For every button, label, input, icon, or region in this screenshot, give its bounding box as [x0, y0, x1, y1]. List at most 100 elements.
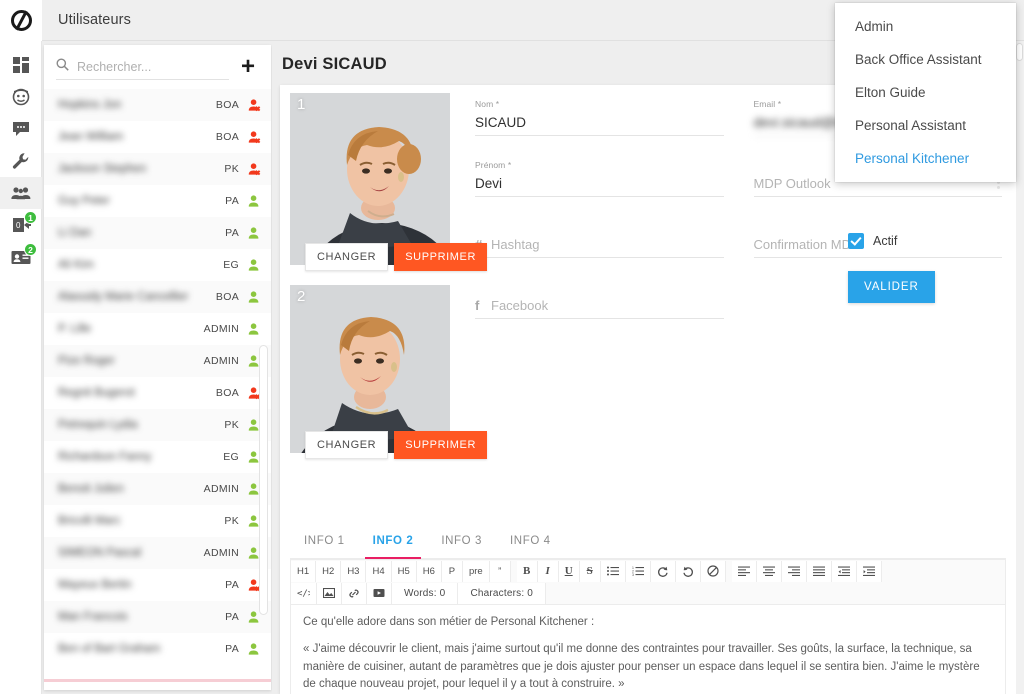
sidebar-item-dashboard[interactable]: [0, 49, 42, 81]
sidebar-item-exits[interactable]: 0 1: [0, 209, 42, 241]
ordered-list-icon[interactable]: 123: [625, 560, 651, 582]
strikethrough-button[interactable]: S: [579, 560, 601, 582]
preformatted-button[interactable]: pre: [462, 560, 490, 582]
list-item[interactable]: P. Lille ADMIN: [44, 313, 271, 345]
heading-5-button[interactable]: H5: [391, 560, 417, 582]
role-dropdown-menu[interactable]: Admin Back Office Assistant Elton Guide …: [835, 3, 1016, 182]
list-item[interactable]: Hopkins Jon BOA: [44, 89, 271, 121]
list-item[interactable]: Mayeux Bertin PA: [44, 569, 271, 601]
sidebar-item-profile[interactable]: [0, 81, 42, 113]
code-view-icon[interactable]: </>: [291, 582, 317, 604]
list-item[interactable]: Li Dan PA: [44, 217, 271, 249]
actif-row: Actif: [848, 233, 1008, 249]
heading-4-button[interactable]: H4: [366, 560, 392, 582]
dropdown-item-personal-kitchener[interactable]: Personal Kitchener: [835, 142, 1016, 175]
user-status-icon: [248, 258, 261, 272]
logo-icon: [10, 9, 32, 31]
heading-3-button-label: H3: [347, 565, 360, 577]
user-name: P. Lille: [58, 323, 92, 335]
sidebar-item-cards[interactable]: 2: [0, 241, 42, 273]
italic-button[interactable]: I: [537, 560, 559, 582]
heading-2-button[interactable]: H2: [316, 560, 342, 582]
align-right-icon[interactable]: [781, 560, 807, 582]
photo-column: 1 CHANGER SUPPRIMER 2 CHANGER SUPPRIMER: [290, 93, 488, 459]
editor-content-area[interactable]: Ce qu'elle adore dans son métier de Pers…: [290, 604, 1006, 694]
dropdown-item-admin[interactable]: Admin: [835, 10, 1016, 43]
outdent-icon[interactable]: [831, 560, 857, 582]
list-item[interactable]: Bricolli Marc PK: [44, 505, 271, 537]
dropdown-item-back-office-assistant[interactable]: Back Office Assistant: [835, 43, 1016, 76]
list-item[interactable]: Ben of Bart Graham PA: [44, 633, 271, 664]
prenom-input[interactable]: [475, 174, 724, 197]
insert-video-icon[interactable]: [367, 582, 392, 604]
bold-button[interactable]: B: [516, 560, 538, 582]
actif-checkbox[interactable]: [848, 233, 864, 249]
blockquote-icon[interactable]: ”: [489, 560, 511, 582]
user-status-icon: [248, 162, 261, 176]
undo-icon[interactable]: [675, 560, 701, 582]
preformatted-button-label: pre: [468, 565, 483, 577]
delete-photo-button-1[interactable]: SUPPRIMER: [394, 243, 488, 271]
unordered-list-icon[interactable]: [600, 560, 626, 582]
dropdown-item-personal-assistant[interactable]: Personal Assistant: [835, 109, 1016, 142]
sidebar-item-settings[interactable]: [0, 145, 42, 177]
users-list[interactable]: Hopkins Jon BOA Jean William BOA Jackson Ste…: [44, 89, 271, 664]
list-item[interactable]: Benoit Julien ADMIN: [44, 473, 271, 505]
list-item[interactable]: Regnit Bugerot BOA: [44, 377, 271, 409]
indent-icon[interactable]: [856, 560, 882, 582]
photo-thumbnail-1[interactable]: 1: [290, 93, 450, 265]
nom-input[interactable]: [475, 113, 724, 136]
insert-image-icon[interactable]: [317, 582, 342, 604]
redo-icon[interactable]: [650, 560, 676, 582]
align-left-icon[interactable]: [731, 560, 757, 582]
dropdown-item-elton-guide[interactable]: Elton Guide: [835, 76, 1016, 109]
align-justify-icon[interactable]: [806, 560, 832, 582]
list-item[interactable]: SIMEON Pascal ADMIN: [44, 537, 271, 569]
delete-photo-button-2[interactable]: SUPPRIMER: [394, 431, 488, 459]
list-item[interactable]: Alaouidy Marie Cancellier BOA: [44, 281, 271, 313]
list-item[interactable]: Ali Kim EG: [44, 249, 271, 281]
hashtag-input[interactable]: [475, 235, 724, 258]
user-role-badge: ADMIN: [203, 323, 239, 335]
sidebar-item-messages[interactable]: [0, 113, 42, 145]
loading-progress-bar: [44, 679, 271, 682]
heading-1-button[interactable]: H1: [291, 560, 317, 582]
sidebar-item-users[interactable]: [0, 177, 42, 209]
list-item[interactable]: Pize Roger ADMIN: [44, 345, 271, 377]
validate-button[interactable]: VALIDER: [848, 271, 935, 303]
page-scrollbar-thumb[interactable]: [1016, 43, 1023, 61]
change-photo-button-2[interactable]: CHANGER: [305, 431, 389, 459]
user-role-badge: PA: [225, 579, 239, 591]
tab-info-3[interactable]: INFO 3: [427, 529, 496, 558]
change-photo-button-1[interactable]: CHANGER: [305, 243, 389, 271]
list-item[interactable]: Jackson Stephen PK: [44, 153, 271, 185]
tab-info-2[interactable]: INFO 2: [359, 529, 428, 559]
search-field-wrapper[interactable]: [56, 54, 229, 80]
underline-button[interactable]: U: [558, 560, 580, 582]
insert-link-icon[interactable]: [342, 582, 367, 604]
tab-info-4[interactable]: INFO 4: [496, 529, 565, 558]
tab-info-1[interactable]: INFO 1: [290, 529, 359, 558]
list-item[interactable]: Man Francois PA: [44, 601, 271, 633]
photo-number-1: 1: [297, 96, 306, 113]
list-scrollbar[interactable]: [259, 345, 268, 615]
list-item[interactable]: Jean William BOA: [44, 121, 271, 153]
app-logo[interactable]: [0, 0, 42, 41]
list-item[interactable]: Richardson Fanny EG: [44, 441, 271, 473]
photo-item-1: 1 CHANGER SUPPRIMER: [290, 93, 488, 271]
paragraph-button[interactable]: P: [441, 560, 463, 582]
list-item[interactable]: Guy Peter PA: [44, 185, 271, 217]
app-root: Utilisateurs Nav Admin Back Office Assis…: [0, 0, 1024, 694]
clear-format-icon[interactable]: [700, 560, 726, 582]
label-confirmation-mdp-spacer: [754, 221, 1003, 232]
add-user-button[interactable]: +: [235, 54, 261, 80]
heading-6-button[interactable]: H6: [416, 560, 442, 582]
field-hashtag: #: [475, 221, 724, 258]
facebook-input[interactable]: [475, 296, 724, 319]
align-center-icon[interactable]: [756, 560, 782, 582]
heading-3-button[interactable]: H3: [341, 560, 367, 582]
photo-thumbnail-2[interactable]: 2: [290, 285, 450, 453]
list-item[interactable]: Petrequin Lydia PK: [44, 409, 271, 441]
search-input[interactable]: [75, 58, 229, 75]
page-scrollbar[interactable]: [1016, 41, 1024, 694]
